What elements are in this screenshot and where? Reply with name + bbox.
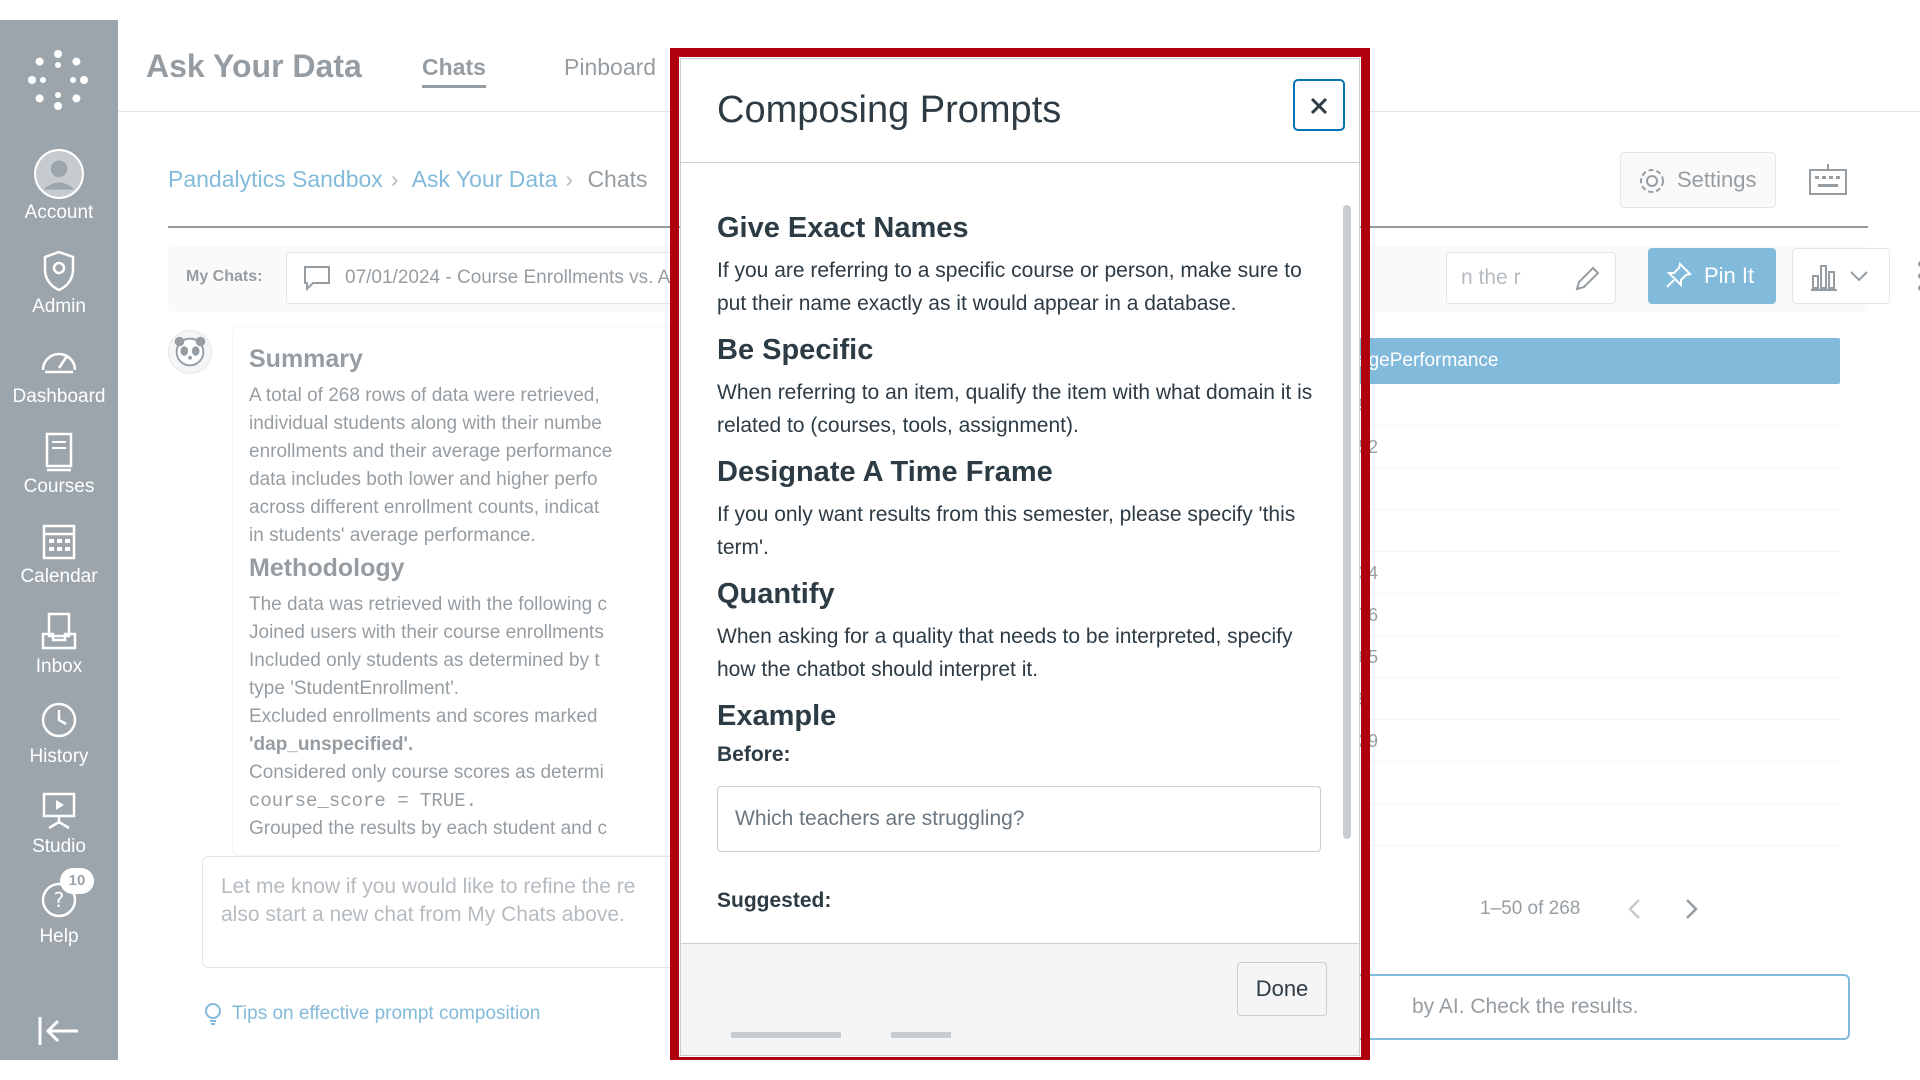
before-example-field: Which teachers are struggling? — [717, 786, 1321, 852]
background-button-peek — [891, 1032, 951, 1038]
dialog-footer: Done — [681, 943, 1359, 1055]
dialog-body[interactable]: Give Exact Names If you are referring to… — [681, 164, 1359, 942]
tip-heading: Be Specific — [717, 334, 874, 366]
tip-body: When referring to an item, qualify the i… — [717, 381, 1313, 437]
close-button[interactable] — [1293, 79, 1345, 131]
suggested-label: Suggested: — [717, 889, 832, 912]
composing-prompts-dialog: Composing Prompts Give Exact Names If yo… — [680, 58, 1360, 1056]
tip-heading: Quantify — [717, 578, 835, 610]
tip-body: When asking for a quality that needs to … — [717, 625, 1293, 681]
tip-body: If you only want results from this semes… — [717, 503, 1296, 559]
background-button-peek — [731, 1032, 841, 1038]
dialog-header: Composing Prompts — [681, 59, 1359, 163]
done-button[interactable]: Done — [1237, 962, 1327, 1016]
tip-heading: Designate A Time Frame — [717, 456, 1053, 488]
app-screen: Account Admin Dashboard Cours — [0, 20, 1920, 1060]
dialog-scrollbar[interactable] — [1343, 205, 1351, 839]
before-label: Before: — [717, 743, 791, 766]
tip-body: If you are referring to a specific cours… — [717, 259, 1302, 315]
dialog-title: Composing Prompts — [717, 89, 1062, 131]
close-icon — [1310, 97, 1328, 115]
tip-heading: Give Exact Names — [717, 212, 969, 244]
example-heading: Example — [717, 700, 837, 732]
